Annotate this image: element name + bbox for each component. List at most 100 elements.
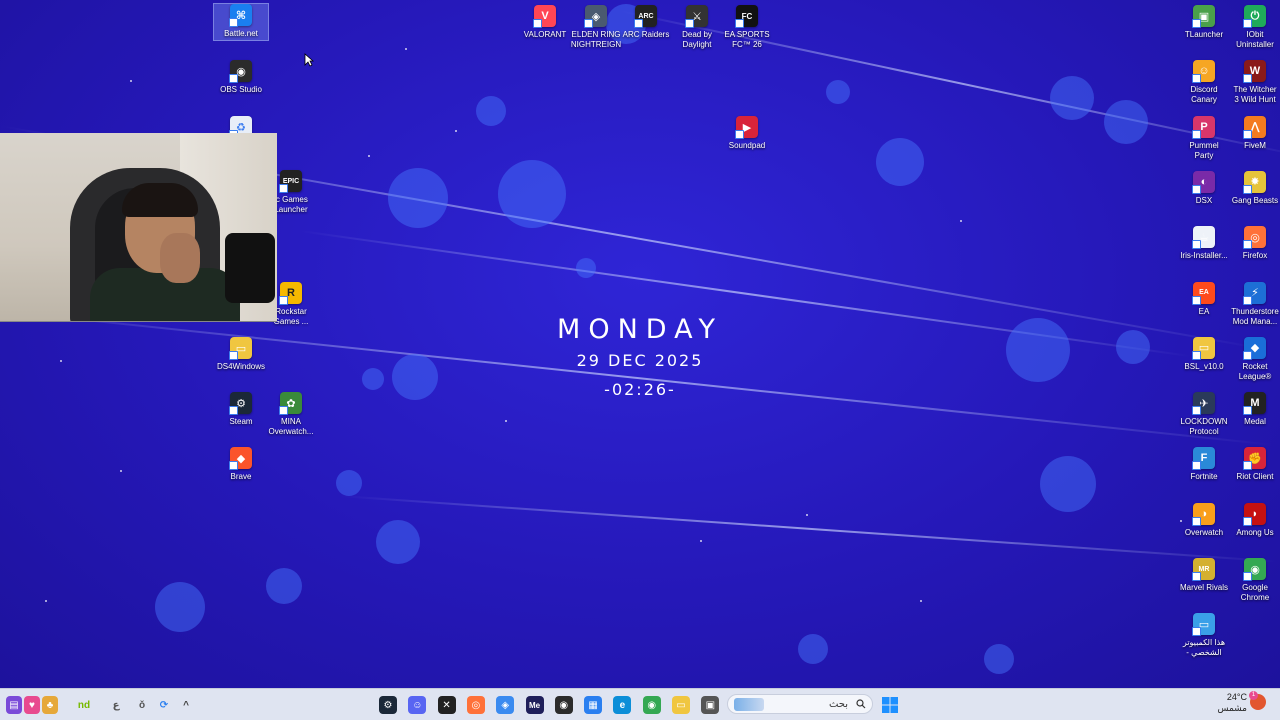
icon-label: Riot Client — [1236, 472, 1274, 482]
webcam-person-hand — [160, 233, 200, 283]
desktop-icon-steam[interactable]: ⚙ Steam — [214, 392, 268, 427]
desktop-icon-google-chrome[interactable]: ◉ Google Chrome — [1228, 558, 1280, 603]
desktop-icon-soundpad[interactable]: ▶ Soundpad — [720, 116, 774, 151]
icon-label: Fortnite — [1190, 472, 1218, 482]
desktop-icon-rocket-league[interactable]: ◆ Rocket League® — [1228, 336, 1280, 382]
desktop-icon-mina-overwatch[interactable]: ✿ MINA Overwatch... — [264, 392, 318, 437]
desktop-icon-firefox[interactable]: ◎ Firefox — [1228, 226, 1280, 261]
desktop-icon-elden-ring[interactable]: ◈ ELDEN RING NIGHTREIGN — [569, 5, 623, 50]
wallpaper-bubble — [498, 160, 566, 228]
wallpaper-bubble — [798, 634, 828, 664]
iris-installer-icon: ☕ — [1192, 226, 1215, 250]
discord-icon: ☺ — [412, 699, 423, 711]
search-icon — [856, 699, 866, 709]
taskbar-app-chrome[interactable]: ◉ — [642, 696, 661, 714]
desktop-icon-pummel-party[interactable]: P Pummel Party — [1177, 115, 1231, 161]
file-explorer-icon: ▭ — [676, 699, 686, 711]
taskbar-app-file-explorer[interactable]: ▭ — [672, 696, 690, 714]
desktop-icon-this-pc[interactable]: ▭ هذا الكمبيوتر - الشخصي — [1177, 613, 1231, 658]
taskbar-app-task-view[interactable]: ▣ — [701, 696, 720, 714]
icon-label: Soundpad — [728, 141, 766, 150]
desktop-icon-among-us[interactable]: ◗ Among Us — [1228, 502, 1280, 538]
tray-app-tray-1[interactable]: ▤ — [6, 696, 22, 714]
icon-label: Google Chrome — [1240, 583, 1270, 602]
dsx-icon: ◐ — [1192, 170, 1215, 194]
tray-sync[interactable]: ⟳ — [156, 696, 172, 714]
weather-widget[interactable]: 24°C مشمس — [1217, 692, 1247, 714]
desktop-icon-iris-installer[interactable]: ☕ Iris-Installer... — [1177, 226, 1231, 261]
wallpaper-bubble — [1104, 100, 1148, 144]
desktop-icon-arc-raiders[interactable]: ARC ARC Raiders — [619, 5, 673, 40]
desktop-icon-valorant[interactable]: V VALORANT — [518, 5, 572, 40]
wallpaper-bubble — [984, 644, 1014, 674]
icon-label: DSX — [1195, 195, 1213, 205]
icon-label: ARC Raiders — [622, 30, 670, 39]
tray-app-tray-heart[interactable]: ♥ — [24, 696, 40, 714]
desktop-icon-ea-sports-fc[interactable]: FC EA SPORTS FC™ 26 — [720, 5, 774, 50]
desktop-icon-riot-client[interactable]: ✊ Riot Client — [1228, 447, 1280, 482]
desktop-icon-dead-by-daylight[interactable]: ⚔ Dead by Daylight — [670, 5, 724, 50]
fivem-icon: ⋀ — [1243, 115, 1266, 139]
desktop-icon-witcher-3[interactable]: W The Witcher 3 Wild Hunt — [1228, 60, 1280, 105]
desktop-icon-obs-studio[interactable]: ◉ OBS Studio — [214, 60, 268, 95]
desktop-icon-gang-beasts[interactable]: ✸ Gang Beasts — [1228, 170, 1280, 206]
taskbar-app-store[interactable]: ▦ — [584, 696, 603, 714]
store-icon: ▦ — [588, 699, 598, 711]
taskbar-app-media-encoder[interactable]: Me — [525, 696, 544, 714]
icon-label: هذا الكمبيوتر - الشخصي — [1182, 638, 1226, 658]
taskbar-search[interactable]: بحث — [727, 694, 873, 714]
media-encoder-icon: Me — [528, 700, 541, 710]
desktop-icon-fivem[interactable]: ⋀ FiveM — [1228, 115, 1280, 151]
taskbar-app-firefox[interactable]: ◎ — [466, 696, 485, 714]
desktop-icon-ea[interactable]: EA EA — [1177, 281, 1231, 317]
desktop-icon-iobit-uninstaller[interactable]: ⏻ IObit Uninstaller — [1228, 5, 1280, 50]
start-button[interactable] — [880, 695, 900, 715]
desktop-icon-marvel-rivals[interactable]: MR Marvel Rivals — [1177, 558, 1231, 593]
wallpaper-star — [130, 80, 132, 82]
icon-label: Rocket League® — [1238, 361, 1272, 381]
icon-label: Brave — [230, 472, 252, 481]
wallpaper-star — [700, 540, 702, 542]
desktop-icon-overwatch[interactable]: ◑ Overwatch — [1177, 502, 1231, 538]
tlauncher-icon: ▣ — [1192, 5, 1215, 28]
tray-app-tray-5[interactable]: ع — [108, 696, 124, 714]
desktop-icon-fortnite[interactable]: F Fortnite — [1177, 447, 1231, 482]
tray-app-tray-nvidia[interactable]: nd — [64, 696, 104, 714]
taskbar-app-edge[interactable]: e — [613, 696, 632, 714]
taskbar-app-copilot[interactable]: ◈ — [496, 696, 515, 714]
icon-label: EA SPORTS FC™ 26 — [724, 30, 770, 49]
taskbar-app-capcut[interactable]: ✕ — [437, 696, 456, 714]
icon-label: Discord Canary — [1190, 85, 1218, 105]
desktop-icon-ds4windows[interactable]: ▭ DS4Windows — [214, 337, 268, 372]
icon-label: FiveM — [1244, 140, 1266, 150]
desktop-icon-tlauncher[interactable]: ▣ TLauncher — [1177, 5, 1231, 40]
desktop-icon-bsl-folder[interactable]: ▭ BSL_v10.0 — [1177, 336, 1231, 372]
task-view-icon: ▣ — [705, 699, 716, 711]
desktop-icon-lockdown-protocol[interactable]: ✈ LOCKDOWN Protocol — [1177, 392, 1231, 437]
discord-canary-icon: ☺ — [1192, 60, 1215, 84]
desktop-icon-battlenet[interactable]: ⌘ Battle.net — [213, 3, 269, 41]
tray-app-tray-3[interactable]: ♣ — [42, 696, 58, 714]
desktop-icon-thunderstore[interactable]: ⚡ Thunderstore Mod Mana... — [1228, 281, 1280, 327]
app-tray-3-icon: ♣ — [46, 699, 54, 711]
webcam-person-hair — [122, 183, 198, 217]
icon-label: LOCKDOWN Protocol — [1180, 417, 1228, 437]
taskbar-app-discord[interactable]: ☺ — [408, 696, 427, 714]
valorant-icon: V — [533, 5, 556, 28]
icon-label: Marvel Rivals — [1179, 583, 1228, 592]
arc-raiders-icon: ARC — [634, 5, 657, 28]
tray-microphone[interactable]: ǒ — [134, 696, 150, 714]
desktop-icon-brave[interactable]: ◆ Brave — [214, 447, 268, 482]
wallpaper-star — [505, 420, 507, 422]
taskbar-app-obs[interactable]: ◉ — [554, 696, 573, 714]
battlenet-icon: ⌘ — [229, 4, 252, 27]
tray-tray-overflow[interactable]: ^ — [178, 696, 194, 714]
tray-overflow-icon: ^ — [183, 699, 189, 711]
wallpaper-bubble — [876, 138, 924, 186]
taskbar-app-steam[interactable]: ⚙ — [379, 696, 397, 714]
iobit-uninstaller-icon: ⏻ — [1243, 5, 1266, 28]
desktop-icon-medal[interactable]: M Medal — [1228, 392, 1280, 427]
desktop-icon-dsx[interactable]: ◐ DSX — [1177, 170, 1231, 206]
desktop-icon-discord-canary[interactable]: ☺ Discord Canary — [1177, 60, 1231, 105]
icon-label: Among Us — [1236, 527, 1274, 537]
